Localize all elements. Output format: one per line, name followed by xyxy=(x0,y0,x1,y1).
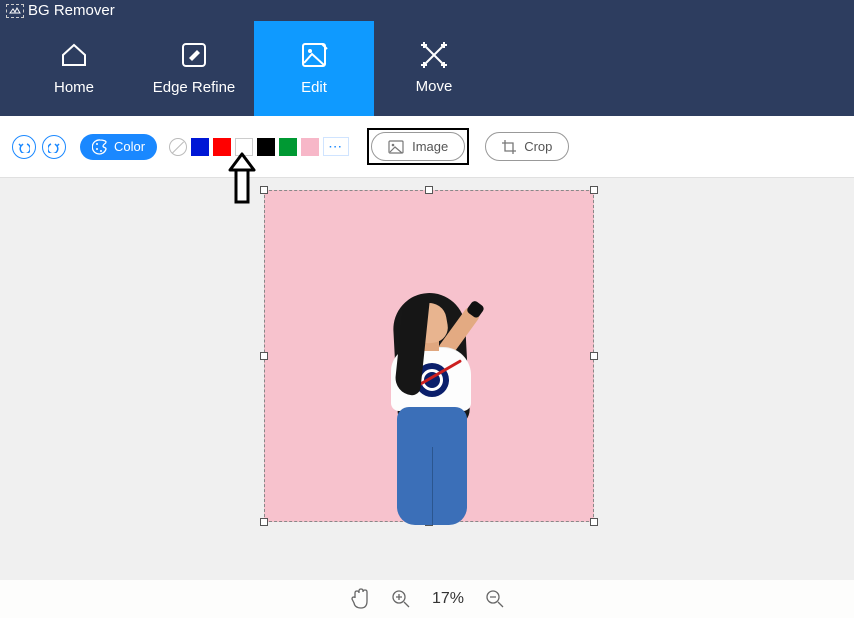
edit-icon xyxy=(300,41,328,69)
image-icon xyxy=(388,140,404,154)
subject-image xyxy=(369,289,489,521)
resize-handle-tr[interactable] xyxy=(590,186,598,194)
tab-move-label: Move xyxy=(416,78,453,95)
titlebar: BG Remover xyxy=(0,0,854,21)
redo-icon xyxy=(48,141,60,153)
color-label: Color xyxy=(114,139,145,154)
more-colors-button[interactable]: ⋯ xyxy=(323,137,349,156)
zoom-out-icon xyxy=(486,590,504,608)
app-header: BG Remover Home Edge Refine Edit Move xyxy=(0,0,854,116)
annotation-arrow-icon xyxy=(222,150,262,206)
history-controls xyxy=(12,135,66,159)
resize-handle-tm[interactable] xyxy=(425,186,433,194)
zoom-out-button[interactable] xyxy=(486,590,504,608)
tab-edge-refine-label: Edge Refine xyxy=(153,79,236,96)
tab-home[interactable]: Home xyxy=(14,21,134,116)
resize-handle-ml[interactable] xyxy=(260,352,268,360)
undo-button[interactable] xyxy=(12,135,36,159)
image-label: Image xyxy=(412,139,448,154)
hand-icon xyxy=(350,588,370,610)
redo-button[interactable] xyxy=(42,135,66,159)
palette-icon xyxy=(92,139,108,155)
resize-handle-br[interactable] xyxy=(590,518,598,526)
pan-tool-button[interactable] xyxy=(350,588,370,610)
swatch-none[interactable] xyxy=(169,138,187,156)
move-icon xyxy=(421,42,447,68)
tab-home-label: Home xyxy=(54,79,94,96)
tab-edit-label: Edit xyxy=(301,79,327,96)
home-icon xyxy=(59,41,89,69)
tab-edit[interactable]: Edit xyxy=(254,21,374,116)
color-button[interactable]: Color xyxy=(80,134,157,160)
tab-edge-refine[interactable]: Edge Refine xyxy=(134,21,254,116)
crop-button[interactable]: Crop xyxy=(485,132,569,161)
swatch-green[interactable] xyxy=(279,138,297,156)
image-canvas[interactable] xyxy=(264,190,594,522)
swatch-blue[interactable] xyxy=(191,138,209,156)
resize-handle-bl[interactable] xyxy=(260,518,268,526)
edge-refine-icon xyxy=(180,41,208,69)
zoom-in-icon xyxy=(392,590,410,608)
zoom-in-button[interactable] xyxy=(392,590,410,608)
main-tabs: Home Edge Refine Edit Move xyxy=(0,21,854,116)
app-logo-icon xyxy=(6,4,24,18)
crop-label: Crop xyxy=(524,139,552,154)
tab-move[interactable]: Move xyxy=(374,21,494,116)
resize-handle-tl[interactable] xyxy=(260,186,268,194)
image-button-highlight: Image xyxy=(367,128,469,165)
image-button[interactable]: Image xyxy=(371,132,465,161)
crop-icon xyxy=(502,140,516,154)
resize-handle-mr[interactable] xyxy=(590,352,598,360)
canvas-footer: 17% xyxy=(0,580,854,618)
undo-icon xyxy=(18,141,30,153)
edit-toolbar: Color ⋯ Image Crop xyxy=(0,116,854,178)
app-title: BG Remover xyxy=(28,2,115,19)
zoom-value: 17% xyxy=(432,590,464,608)
canvas-area[interactable]: 17% xyxy=(0,178,854,618)
swatch-pink[interactable] xyxy=(301,138,319,156)
